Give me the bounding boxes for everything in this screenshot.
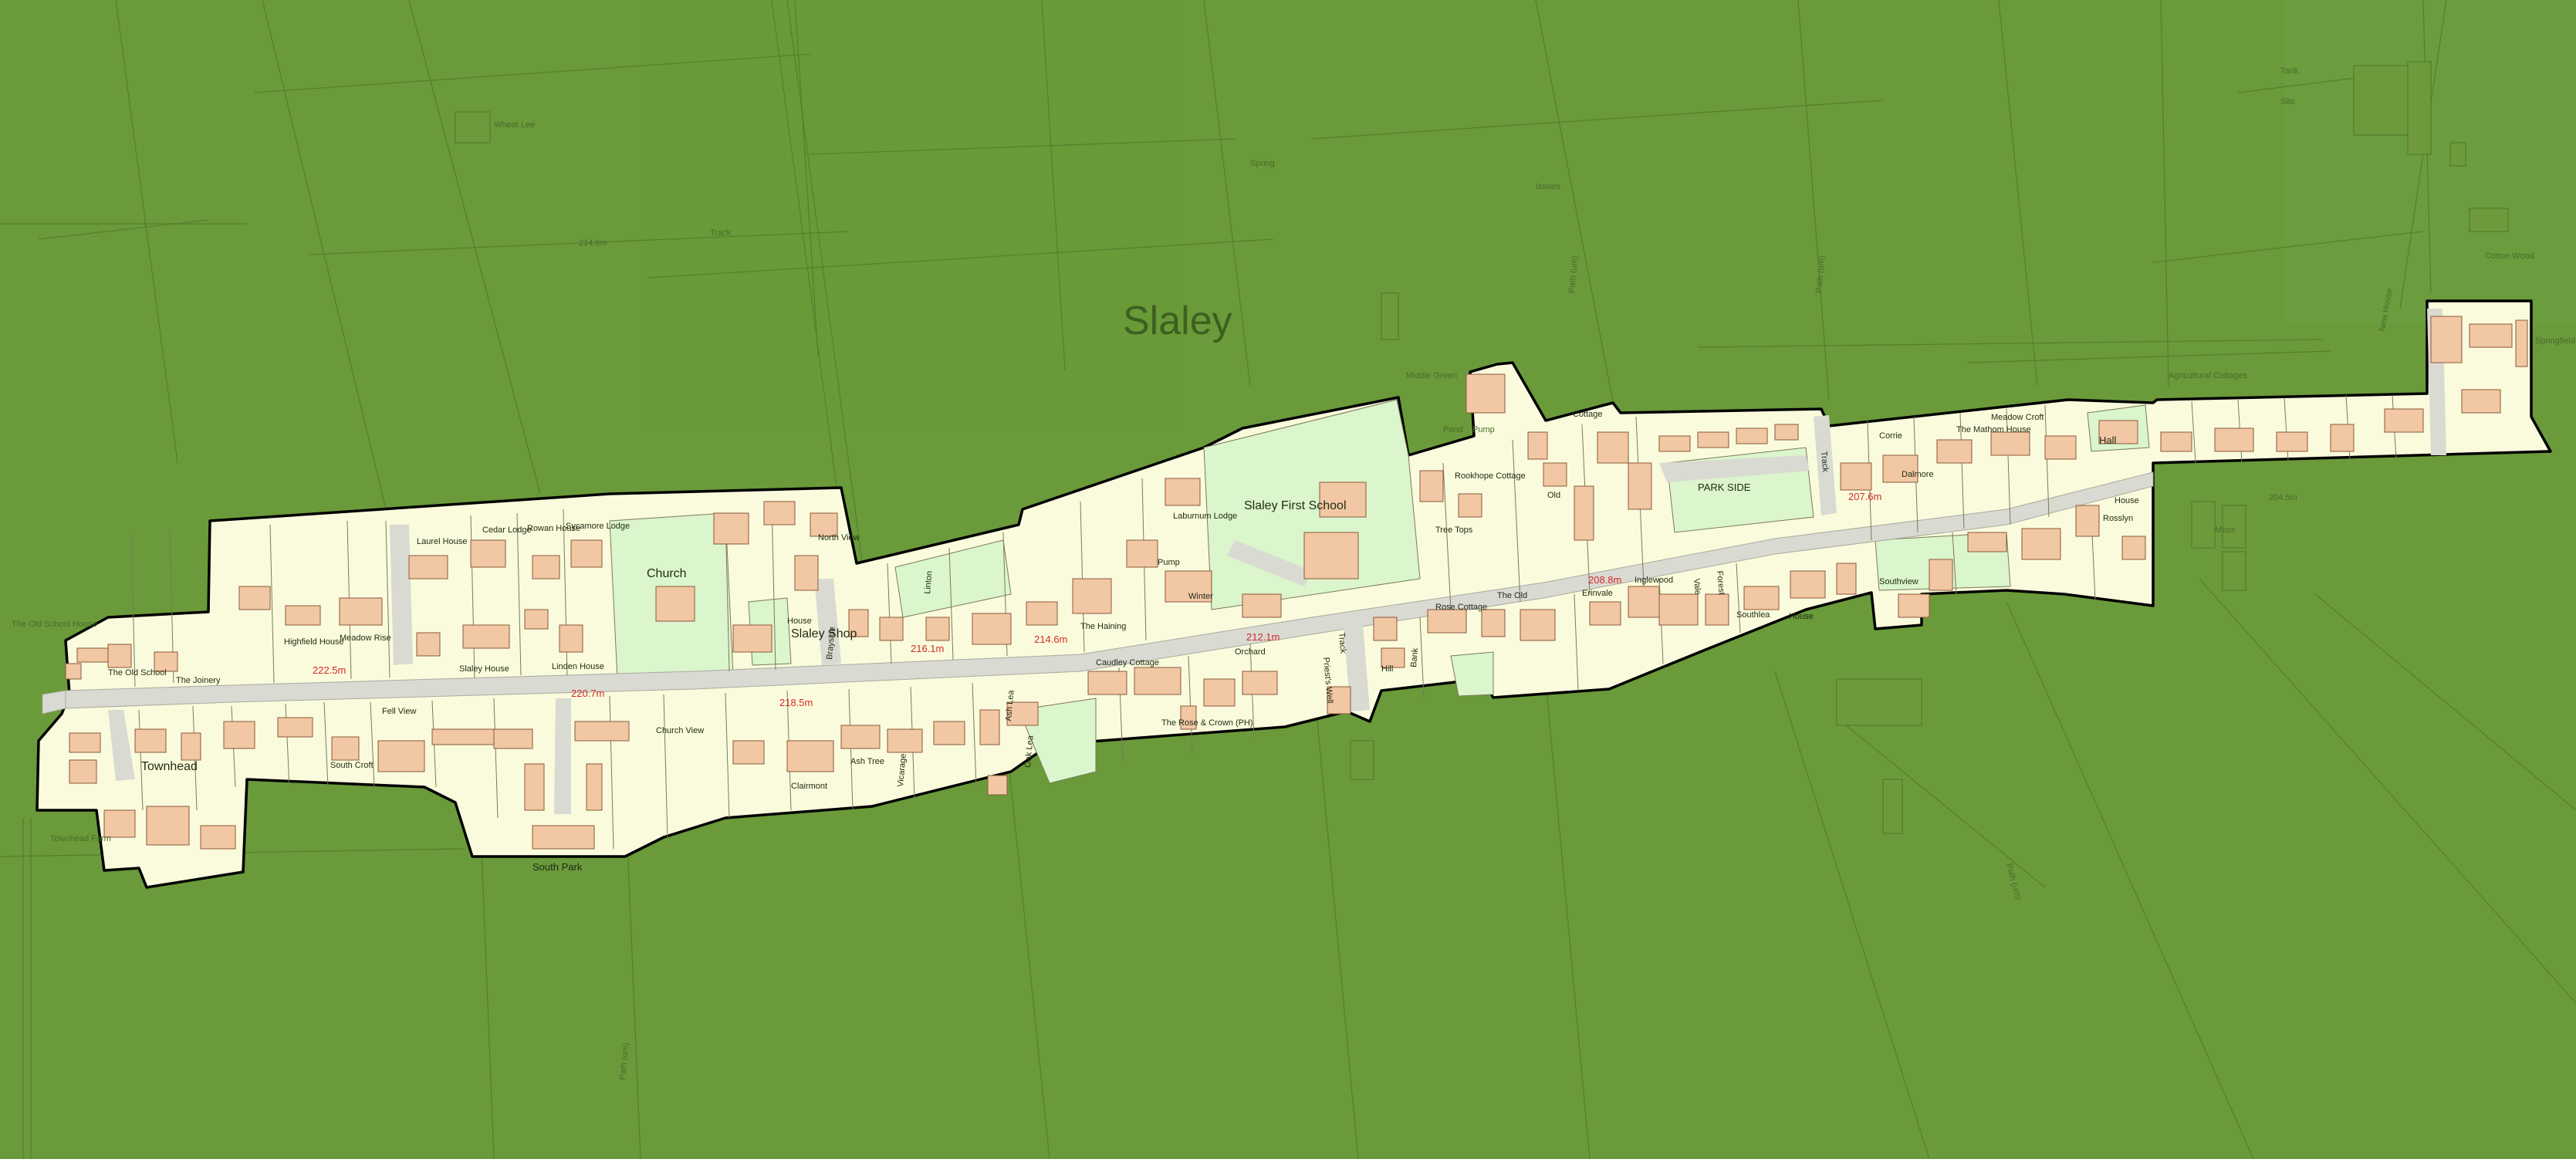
svg-text:Agricultural Cottages: Agricultural Cottages xyxy=(2169,371,2248,380)
svg-text:Middle Green: Middle Green xyxy=(1406,371,1457,380)
svg-text:The Old School House: The Old School House xyxy=(12,620,97,629)
svg-text:Inglewood: Inglewood xyxy=(1635,576,1673,585)
svg-text:Laurel House: Laurel House xyxy=(417,537,467,546)
svg-text:Erinvale: Erinvale xyxy=(1582,589,1613,598)
svg-text:The Rose & Crown (PH): The Rose & Crown (PH) xyxy=(1161,718,1253,728)
side-road-2 xyxy=(554,698,571,814)
svg-text:Track: Track xyxy=(1337,632,1347,654)
svg-text:House: House xyxy=(787,617,812,626)
svg-text:220.7m: 220.7m xyxy=(571,688,604,699)
svg-text:Hall: Hall xyxy=(2099,434,2117,446)
svg-text:The Old: The Old xyxy=(1497,591,1527,600)
svg-text:Rosslyn: Rosslyn xyxy=(2103,514,2133,523)
svg-text:Issues: Issues xyxy=(1536,182,1560,191)
svg-text:Wheat Lee: Wheat Lee xyxy=(494,120,535,130)
svg-text:Orchard: Orchard xyxy=(1235,647,1266,657)
svg-text:Dalmore: Dalmore xyxy=(1902,470,1934,479)
svg-text:Townhead Farm: Townhead Farm xyxy=(50,834,111,843)
svg-text:Southlea: Southlea xyxy=(1736,610,1770,620)
svg-text:Cedar Lodge: Cedar Lodge xyxy=(482,525,532,535)
svg-text:Pump: Pump xyxy=(1472,425,1495,434)
svg-text:The Old School: The Old School xyxy=(108,668,167,677)
svg-text:Bank: Bank xyxy=(1409,647,1420,668)
park-side-label: PARK SIDE xyxy=(1698,482,1751,493)
svg-text:Rookhope Cottage: Rookhope Cottage xyxy=(1455,471,1526,481)
svg-text:218.5m: 218.5m xyxy=(779,697,813,708)
svg-text:Caudley Cottage: Caudley Cottage xyxy=(1096,658,1159,667)
school-label: Slaley First School xyxy=(1244,499,1347,512)
village-map: Wheat Lee 214.6m Middle Green Pond Pump … xyxy=(0,0,2576,1159)
svg-text:House: House xyxy=(1789,612,1814,621)
svg-text:Church View: Church View xyxy=(656,726,704,735)
svg-text:Moss: Moss xyxy=(2215,525,2236,535)
south-park-label: South Park xyxy=(532,861,583,873)
svg-text:Track: Track xyxy=(710,228,732,238)
svg-text:Ash Tree: Ash Tree xyxy=(850,757,884,766)
svg-text:Cotton Wood: Cotton Wood xyxy=(2485,252,2534,261)
svg-text:214.6m: 214.6m xyxy=(579,238,607,248)
svg-text:Tree Tops: Tree Tops xyxy=(1435,525,1473,535)
svg-text:222.5m: 222.5m xyxy=(313,664,346,676)
svg-text:Pump: Pump xyxy=(1158,558,1180,567)
svg-text:208.8m: 208.8m xyxy=(1588,574,1621,586)
svg-text:207.6m: 207.6m xyxy=(1848,491,1881,502)
svg-text:Winter: Winter xyxy=(1188,592,1213,601)
svg-text:Rose Cottage: Rose Cottage xyxy=(1435,603,1487,612)
svg-text:Track: Track xyxy=(1819,451,1830,473)
svg-text:Southview: Southview xyxy=(1879,577,1918,586)
svg-text:212.1m: 212.1m xyxy=(1246,631,1280,643)
svg-text:Spring: Spring xyxy=(1250,159,1275,168)
svg-text:Old: Old xyxy=(1547,491,1560,500)
shop-label: Slaley Shop xyxy=(791,627,857,640)
svg-text:Pond: Pond xyxy=(1443,425,1463,434)
svg-text:Clairmont: Clairmont xyxy=(791,782,827,791)
map-canvas[interactable]: Wheat Lee 214.6m Middle Green Pond Pump … xyxy=(0,0,2576,1159)
svg-text:Hill: Hill xyxy=(1381,664,1393,674)
svg-text:Vale: Vale xyxy=(1692,578,1702,595)
svg-text:204.5m: 204.5m xyxy=(2269,493,2297,502)
townhead-label: Townhead xyxy=(141,760,198,773)
svg-text:Meadow Rise: Meadow Rise xyxy=(340,634,391,643)
svg-text:Linden House: Linden House xyxy=(552,662,604,671)
svg-text:The Mathom House: The Mathom House xyxy=(1956,425,2031,434)
svg-text:216.1m: 216.1m xyxy=(911,643,944,654)
svg-text:Slaley House: Slaley House xyxy=(459,664,509,674)
svg-text:Highfield House: Highfield House xyxy=(284,637,344,647)
svg-text:Tank: Tank xyxy=(2280,66,2299,76)
svg-text:North View: North View xyxy=(818,533,860,542)
svg-text:Laburnum Lodge: Laburnum Lodge xyxy=(1173,512,1237,521)
svg-text:Springfield House: Springfield House xyxy=(2535,336,2576,346)
side-road-7 xyxy=(390,525,413,665)
svg-text:The Haining: The Haining xyxy=(1080,622,1126,631)
svg-text:Fell View: Fell View xyxy=(382,707,416,716)
svg-text:South Croft: South Croft xyxy=(330,761,374,770)
svg-text:Sycamore Lodge: Sycamore Lodge xyxy=(566,522,630,531)
village-title: Slaley xyxy=(1123,299,1232,343)
farmland-shade-north xyxy=(641,0,1181,432)
svg-text:Cottage: Cottage xyxy=(1573,410,1603,419)
svg-text:Corrie: Corrie xyxy=(1879,431,1902,441)
church-label: Church xyxy=(647,567,687,580)
svg-text:House: House xyxy=(2115,496,2139,505)
svg-text:The Joinery: The Joinery xyxy=(176,676,221,685)
svg-text:Silo: Silo xyxy=(2280,97,2294,106)
svg-text:Meadow Croft: Meadow Croft xyxy=(1991,413,2044,422)
svg-text:214.6m: 214.6m xyxy=(1034,634,1067,645)
